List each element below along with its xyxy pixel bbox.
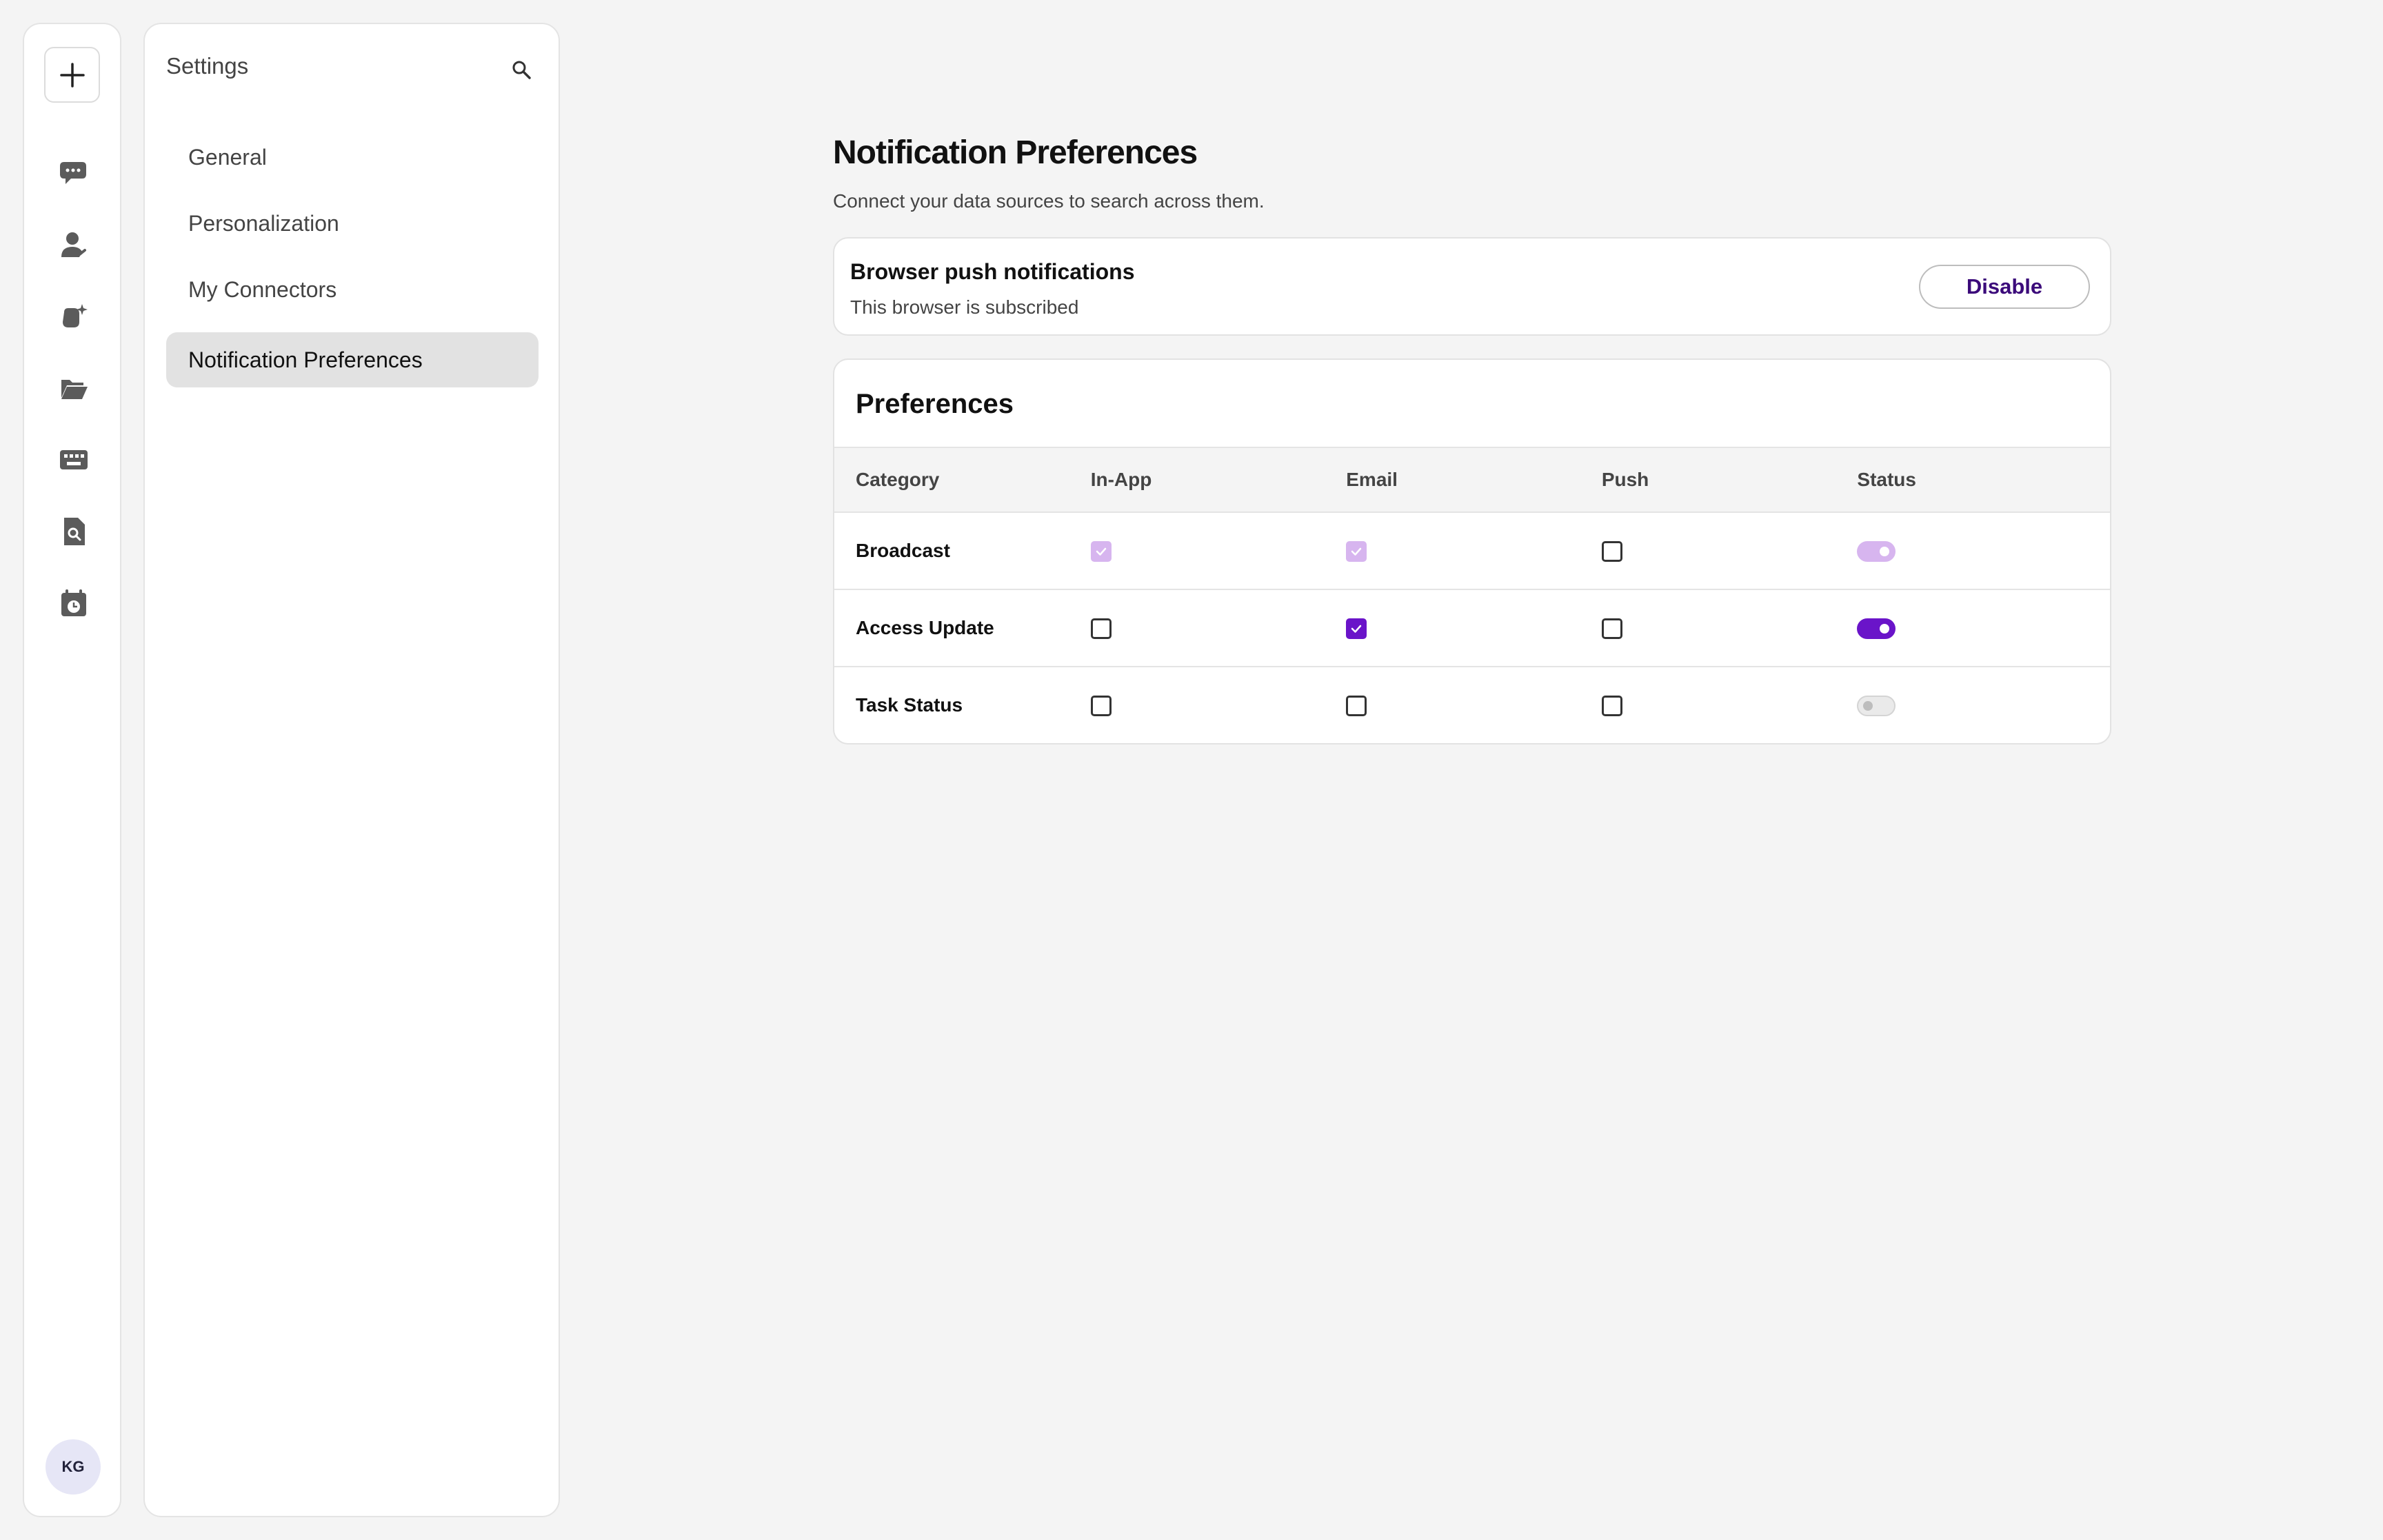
icon-rail: KG: [23, 23, 121, 1517]
preferences-card: Preferences Category In-App Email Push S…: [833, 358, 2111, 744]
column-header-email: Email: [1346, 447, 1602, 513]
status-toggle-access-update[interactable]: [1857, 618, 1896, 640]
email-cell: [1346, 512, 1602, 590]
in-app-checkbox-broadcast: [1090, 541, 1112, 563]
browser-push-card: Browser push notifications This browser …: [833, 237, 2111, 336]
settings-panel: Settings General Personalization My Conn…: [143, 23, 560, 1517]
settings-menu-general[interactable]: General: [166, 130, 539, 185]
category-cell: Broadcast: [834, 512, 1091, 590]
document-search-icon: [64, 518, 85, 545]
push-cell: [1601, 589, 1858, 667]
settings-search-button[interactable]: [505, 53, 538, 86]
email-checkbox-access-update[interactable]: [1346, 618, 1367, 640]
person-icon: [61, 232, 86, 257]
toggle-knob: [1863, 701, 1873, 711]
table-row: Access Update: [834, 589, 2110, 667]
in-app-cell: [1090, 667, 1347, 743]
push-checkbox-broadcast[interactable]: [1601, 541, 1622, 563]
email-cell: [1346, 589, 1602, 667]
check-icon: [1096, 548, 1106, 556]
nav-files[interactable]: [57, 372, 90, 405]
page-subtitle: Connect your data sources to search acro…: [833, 190, 1265, 212]
in-app-checkbox-access-update[interactable]: [1090, 618, 1112, 640]
column-header-in-app: In-App: [1090, 447, 1347, 513]
in-app-checkbox-task-status[interactable]: [1090, 696, 1112, 717]
status-cell: [1857, 589, 2110, 667]
nav-chat[interactable]: [57, 156, 90, 190]
column-header-push: Push: [1601, 447, 1858, 513]
column-header-category: Category: [834, 447, 1091, 513]
toggle-knob: [1880, 547, 1890, 557]
status-cell: [1857, 667, 2110, 743]
settings-menu-my-connectors[interactable]: My Connectors: [166, 262, 539, 317]
page-title: Notification Preferences: [833, 134, 1198, 171]
status-toggle-task-status[interactable]: [1857, 696, 1896, 717]
table-header-row: Category In-App Email Push Status: [834, 447, 2110, 513]
in-app-cell: [1090, 589, 1347, 667]
folder-icon: [61, 380, 88, 399]
category-cell: Task Status: [834, 667, 1091, 743]
push-checkbox-task-status[interactable]: [1601, 696, 1622, 717]
category-cell: Access Update: [834, 589, 1091, 667]
search-icon: [512, 61, 531, 79]
calendar-clock-icon: [61, 589, 86, 616]
sparkle-icon: [63, 304, 88, 327]
nav-shortcuts[interactable]: [57, 443, 90, 476]
nav-people[interactable]: [57, 228, 90, 261]
user-avatar[interactable]: KG: [46, 1439, 101, 1495]
email-checkbox-task-status[interactable]: [1346, 696, 1367, 717]
nav-doc-search[interactable]: [57, 515, 90, 548]
push-card-subtitle: This browser is subscribed: [850, 296, 1079, 318]
email-checkbox-broadcast: [1346, 541, 1367, 563]
nav-schedule[interactable]: [57, 587, 90, 620]
column-header-status: Status: [1857, 447, 2110, 513]
preferences-table: Category In-App Email Push Status Broadc…: [834, 447, 2110, 743]
keyboard-icon: [60, 450, 88, 469]
push-checkbox-access-update[interactable]: [1601, 618, 1622, 640]
settings-menu-notification-preferences[interactable]: Notification Preferences: [166, 332, 539, 387]
nav-agents[interactable]: [57, 300, 90, 333]
check-icon: [1351, 625, 1362, 634]
in-app-cell: [1090, 512, 1347, 590]
new-button[interactable]: [44, 47, 100, 103]
settings-title: Settings: [166, 53, 249, 79]
push-card-title: Browser push notifications: [850, 259, 1135, 284]
push-cell: [1601, 667, 1858, 743]
table-row: Task Status: [834, 667, 2110, 743]
status-cell: [1857, 512, 2110, 590]
email-cell: [1346, 667, 1602, 743]
disable-push-button[interactable]: Disable: [1919, 265, 2090, 309]
plus-icon: [59, 62, 85, 88]
settings-menu-personalization[interactable]: Personalization: [166, 196, 539, 251]
table-row: Broadcast: [834, 512, 2110, 590]
chat-icon: [60, 162, 86, 184]
status-toggle-broadcast: [1857, 541, 1896, 563]
preferences-title: Preferences: [856, 389, 1014, 419]
check-icon: [1351, 548, 1362, 556]
push-cell: [1601, 512, 1858, 590]
toggle-knob: [1880, 624, 1890, 634]
